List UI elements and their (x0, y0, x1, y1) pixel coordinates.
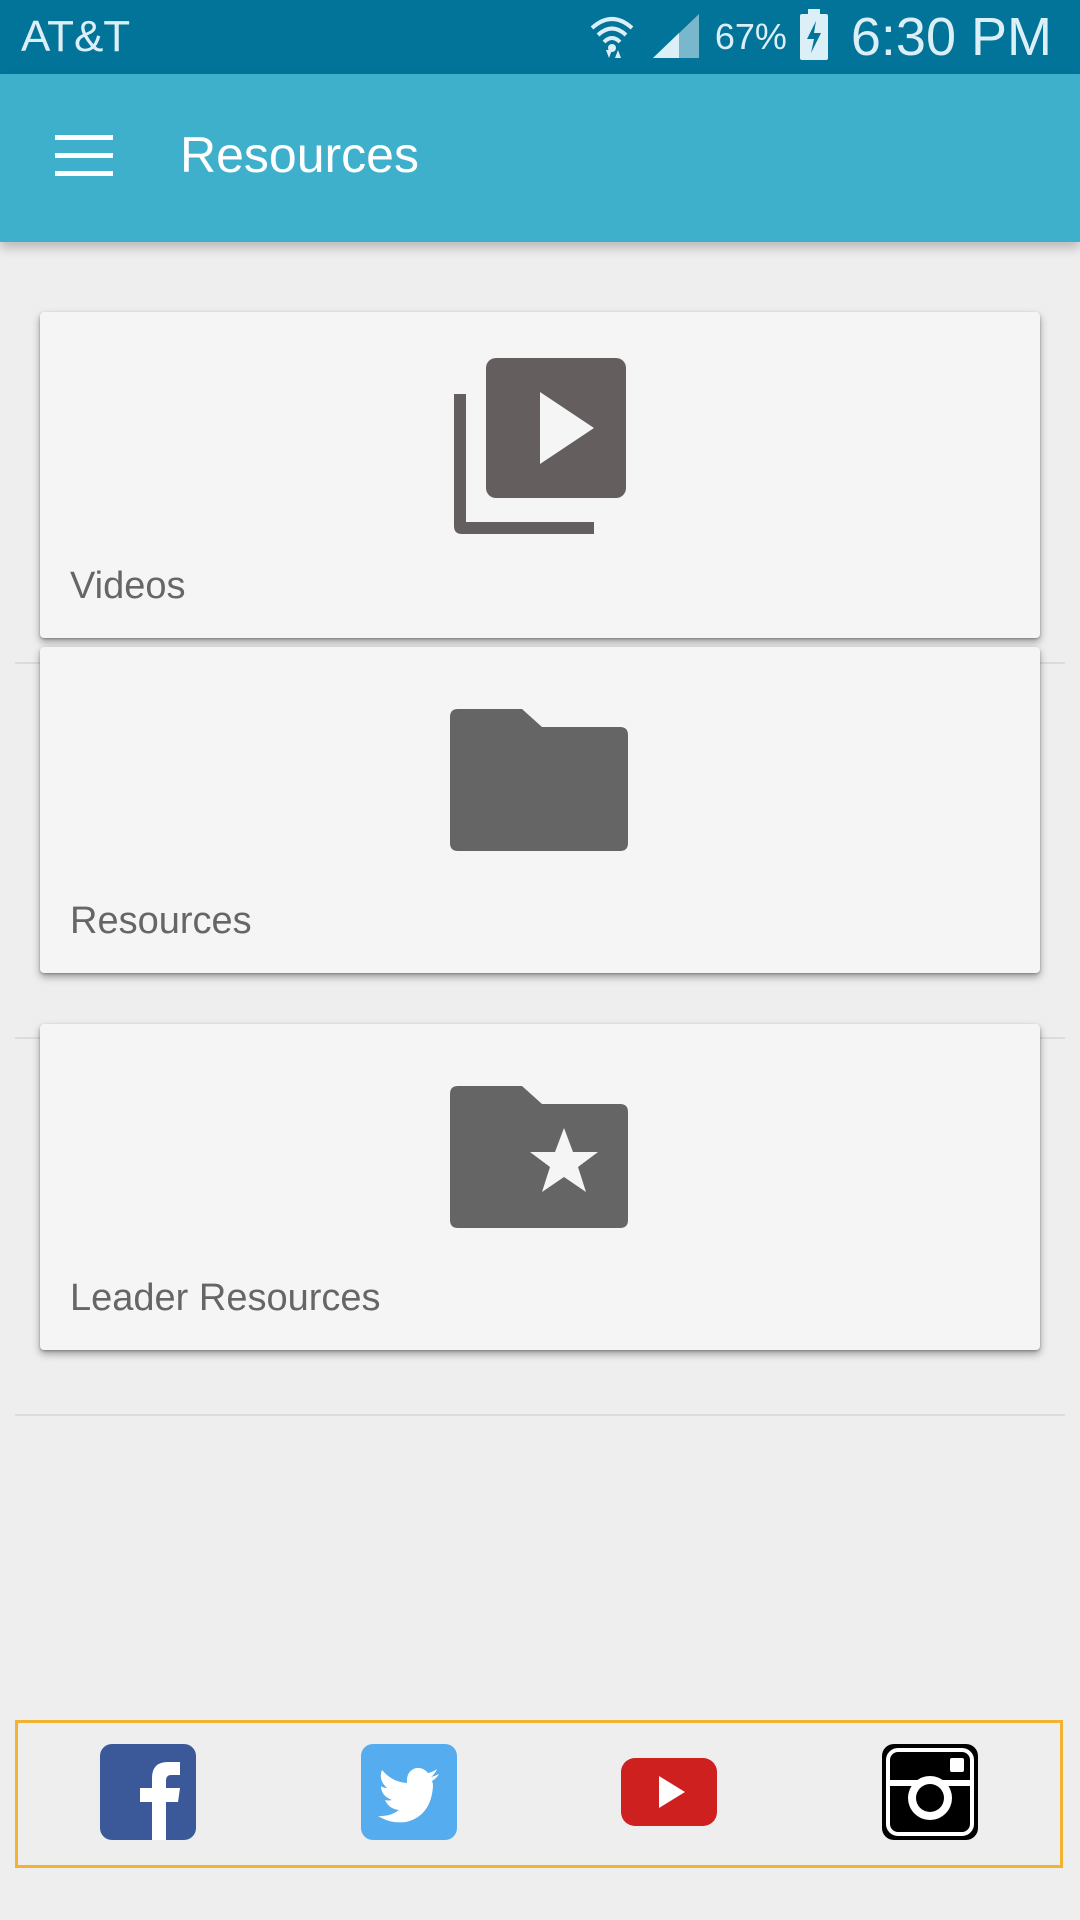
social-links-bar (15, 1720, 1063, 1868)
folder-star-icon (450, 1086, 630, 1234)
menu-button[interactable] (40, 124, 128, 192)
status-bar: AT&T 67% 6:30 PM (0, 0, 1080, 74)
videos-card[interactable]: Videos (40, 312, 1040, 638)
youtube-icon (621, 1744, 718, 1844)
resource-card-list: Videos Resources Leader Resources (0, 242, 1080, 1416)
signal-icon (649, 10, 703, 64)
divider (15, 1414, 1065, 1416)
youtube-button[interactable] (621, 1744, 718, 1844)
battery-charging-icon (799, 9, 829, 65)
status-indicators: 67% 6:30 PM (587, 0, 1052, 74)
instagram-button[interactable] (881, 1744, 978, 1844)
instagram-icon (881, 1744, 978, 1844)
list-item: Videos (0, 242, 1080, 664)
card-label: Resources (70, 900, 252, 942)
battery-percent: 67% (714, 16, 787, 57)
card-label: Videos (70, 565, 186, 607)
clock: 6:30 PM (850, 7, 1052, 67)
app-bar: Resources (0, 74, 1080, 242)
resources-screen: AT&T 67% 6:30 PM Resources Videos Resour… (0, 0, 1080, 1920)
resources-card[interactable]: Resources (40, 647, 1040, 973)
leader-resources-card[interactable]: Leader Resources (40, 1024, 1040, 1350)
list-item: Resources (0, 619, 1080, 1039)
wifi-icon (587, 10, 637, 64)
video-library-icon (450, 358, 630, 542)
list-item: Leader Resources (0, 996, 1080, 1416)
facebook-button[interactable] (100, 1744, 197, 1844)
twitter-button[interactable] (360, 1744, 457, 1844)
card-label: Leader Resources (70, 1277, 381, 1319)
facebook-icon (100, 1744, 197, 1844)
twitter-icon (360, 1744, 457, 1844)
page-title: Resources (180, 127, 419, 183)
hamburger-menu-icon (55, 135, 113, 181)
carrier-label: AT&T (21, 12, 131, 61)
folder-icon (450, 709, 630, 857)
